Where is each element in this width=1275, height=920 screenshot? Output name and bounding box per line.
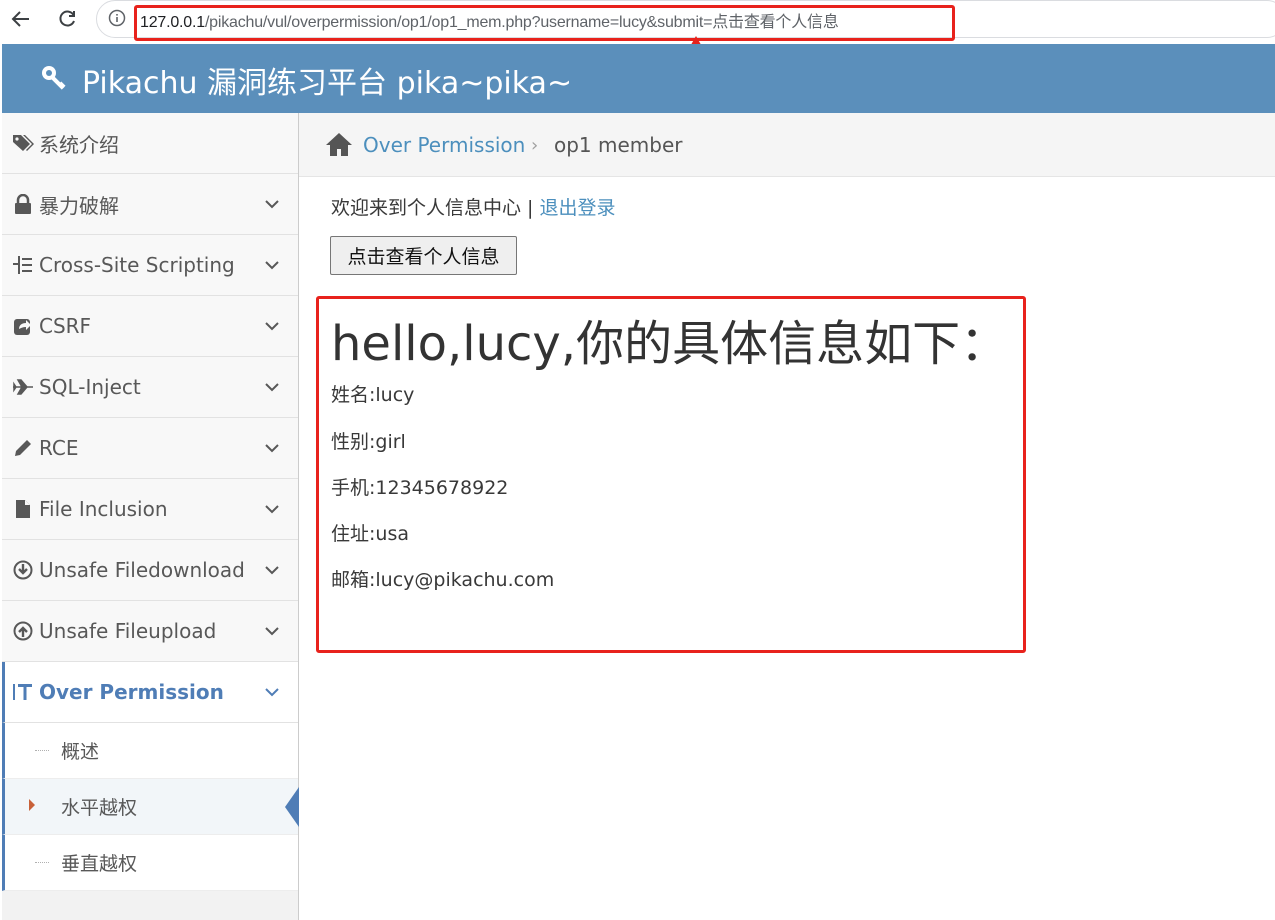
share-icon [12, 315, 34, 337]
sidebar-item-unsafe-fileupload[interactable]: Unsafe Fileupload [2, 601, 298, 662]
upload-icon [12, 620, 34, 642]
back-button[interactable] [6, 4, 36, 34]
sidebar-item-label: Unsafe Fileupload [39, 619, 217, 643]
sidebar-subitem-label: 水平越权 [61, 797, 138, 819]
chevron-down-icon [265, 566, 279, 575]
breadcrumb-current: op1 member [554, 133, 683, 157]
info-gender: 性别:girl [331, 431, 406, 453]
view-profile-button[interactable]: 点击查看个人信息 [330, 236, 517, 275]
info-email: 邮箱:lucy@pikachu.com [331, 569, 555, 591]
caret-right-icon [29, 799, 35, 811]
sidebar-item-label: Unsafe Filedownload [39, 558, 245, 582]
sidebar-item-file-inclusion[interactable]: File Inclusion [2, 479, 298, 540]
tags-icon [12, 132, 34, 154]
breadcrumb-link-section[interactable]: Over Permission [363, 133, 525, 157]
download-icon [12, 559, 34, 581]
info-address: 住址:usa [331, 523, 409, 545]
sidebar-item-label: File Inclusion [39, 497, 168, 521]
chevron-down-icon [265, 200, 279, 209]
site-header: Pikachu 漏洞练习平台 pika~pika~ [2, 44, 1275, 113]
tree-connector [35, 862, 49, 863]
sidebar-item-sqli[interactable]: SQL-Inject [2, 357, 298, 418]
sidebar-item-label: RCE [39, 436, 79, 460]
sidebar-item-csrf[interactable]: CSRF [2, 296, 298, 357]
sidebar-item-label: Over Permission [39, 680, 224, 704]
sidebar-subitem-label: 垂直越权 [61, 853, 138, 875]
active-pointer [285, 787, 299, 827]
list-icon [12, 254, 34, 276]
url-highlight-box [134, 5, 955, 41]
info-name: 姓名:lucy [331, 384, 415, 406]
text-height-icon [12, 681, 34, 703]
site-title[interactable]: Pikachu 漏洞练习平台 pika~pika~ [82, 58, 572, 102]
chevron-down-icon [265, 627, 279, 636]
chevron-down-icon [265, 261, 279, 270]
sidebar-item-label: 系统介绍 [39, 132, 119, 157]
chevron-down-icon [265, 383, 279, 392]
chevron-down-icon [265, 688, 279, 697]
sidebar-item-label: 暴力破解 [39, 193, 119, 218]
sidebar-item-over-permission[interactable]: Over Permission [2, 662, 298, 723]
sidebar-item-label: SQL-Inject [39, 375, 141, 399]
sidebar-item-label: Cross-Site Scripting [39, 253, 235, 277]
welcome-line: 欢迎来到个人信息中心 | 退出登录 [331, 193, 616, 220]
info-icon[interactable] [108, 9, 126, 27]
sidebar-item-intro[interactable]: 系统介绍 [2, 113, 298, 174]
file-icon [12, 498, 34, 520]
sidebar-subitem-vertical[interactable]: 垂直越权 [2, 835, 298, 891]
reload-icon [59, 10, 75, 27]
logout-link[interactable]: 退出登录 [539, 197, 615, 219]
greeting-heading: hello,lucy,你的具体信息如下： [331, 316, 1009, 372]
tree-connector [35, 750, 49, 751]
sidebar-item-label: CSRF [39, 314, 92, 338]
sidebar-item-unsafe-filedownload[interactable]: Unsafe Filedownload [2, 540, 298, 601]
sidebar-subitem-label: 概述 [61, 741, 100, 763]
plane-icon [12, 376, 34, 398]
pencil-icon [12, 437, 34, 459]
arrow-left-icon [11, 11, 29, 27]
sidebar-subitem-overview[interactable]: 概述 [2, 723, 298, 779]
chevron-down-icon [265, 505, 279, 514]
sidebar-item-rce[interactable]: RCE [2, 418, 298, 479]
info-phone: 手机:12345678922 [331, 477, 509, 499]
chevron-down-icon [265, 444, 279, 453]
welcome-text: 欢迎来到个人信息中心 | [331, 197, 540, 219]
sidebar-item-brute-force[interactable]: 暴力破解 [2, 174, 298, 235]
key-icon [42, 66, 66, 90]
home-icon[interactable] [325, 131, 353, 157]
chevron-down-icon [265, 322, 279, 331]
sidebar-subitem-horizontal[interactable]: 水平越权 [2, 779, 299, 835]
sidebar-item-xss[interactable]: Cross-Site Scripting [2, 235, 298, 296]
breadcrumb: Over Permission › op1 member [299, 113, 1275, 177]
lock-icon [12, 193, 34, 215]
chevron-right-icon: › [531, 135, 539, 156]
reload-button[interactable] [52, 4, 82, 34]
sidebar: 系统介绍 暴力破解 Cross-Site Scripting CSRF SQL-… [2, 113, 299, 920]
